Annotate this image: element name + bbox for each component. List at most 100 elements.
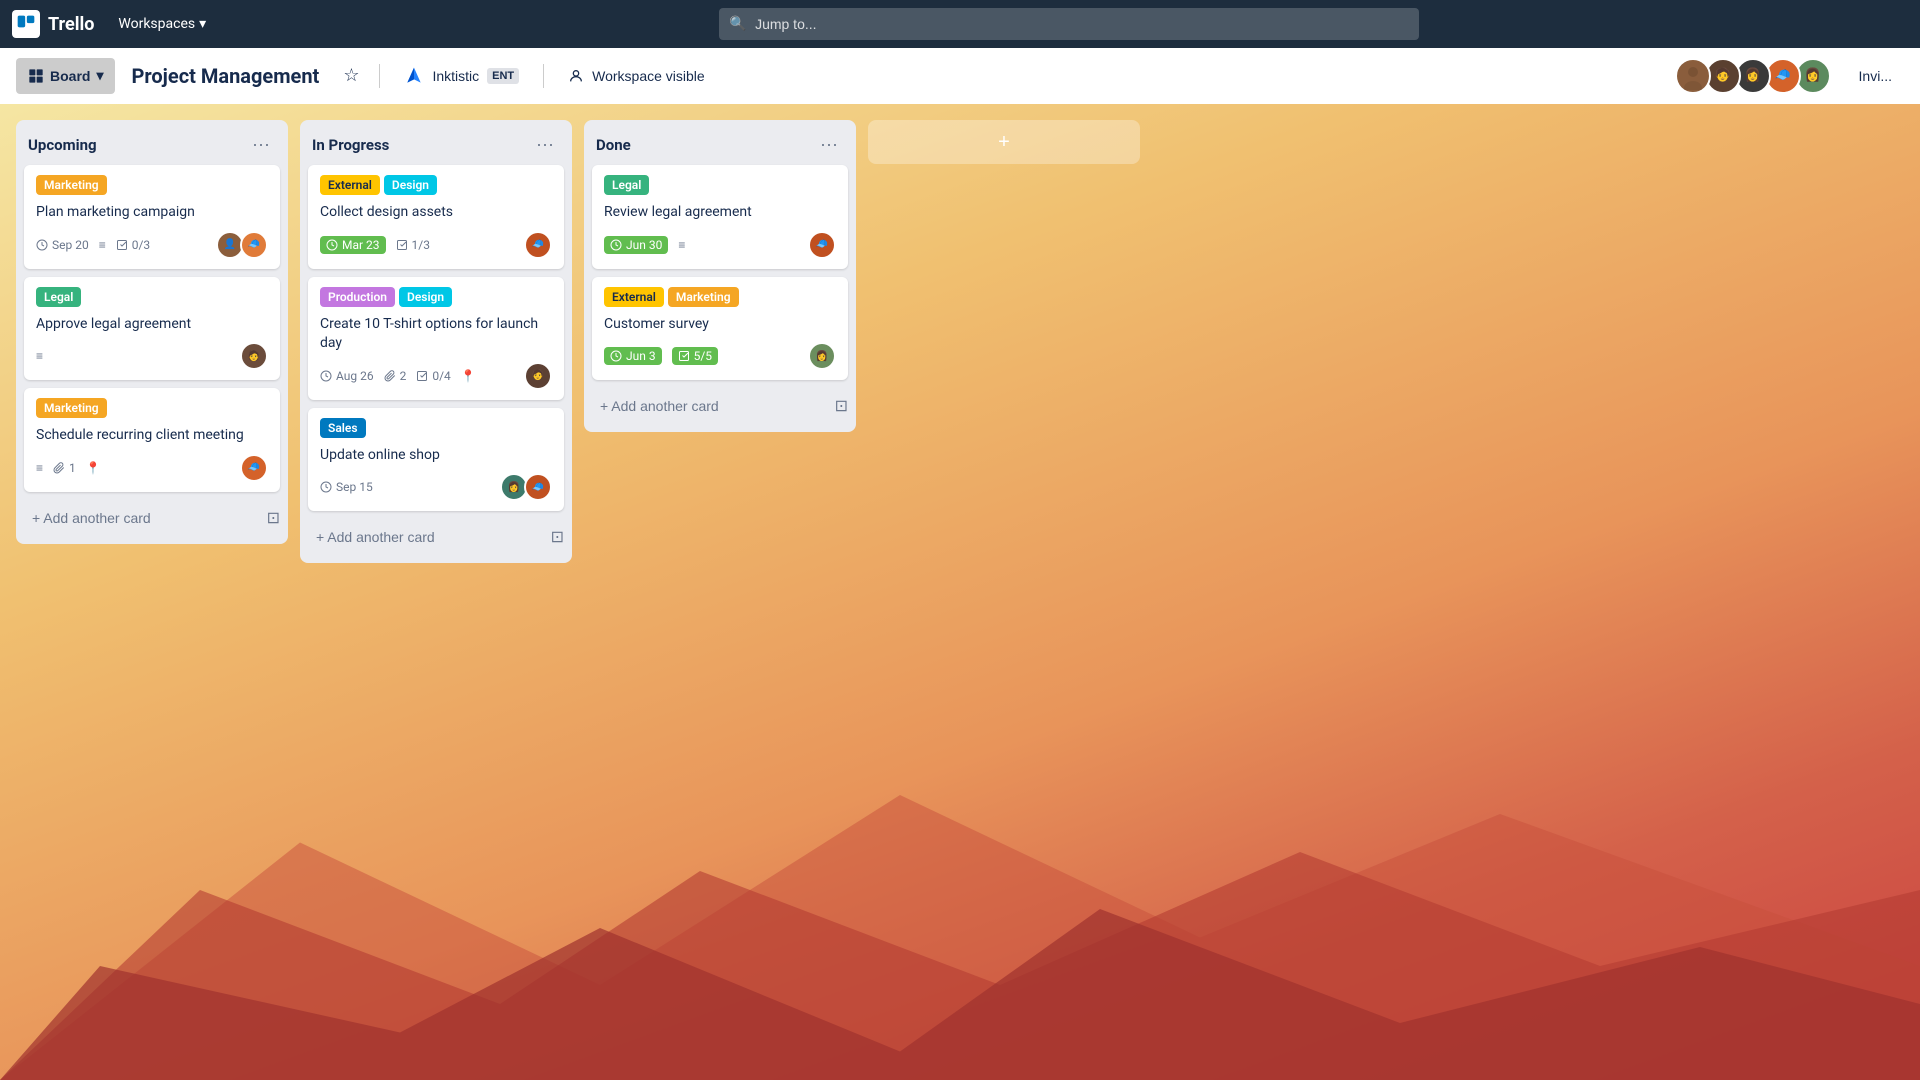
- card-due-date-green: Mar 23: [320, 236, 386, 254]
- board-view-label: Board: [50, 68, 90, 84]
- card-title: Schedule recurring client meeting: [36, 426, 268, 446]
- trello-logo-text: Trello: [48, 14, 94, 35]
- column-upcoming: Upcoming ··· Marketing Plan marketing ca…: [16, 120, 288, 544]
- card-due-date: Aug 26: [320, 369, 374, 383]
- card-footer: Mar 23 1/3 🧢: [320, 231, 552, 259]
- avatar-1[interactable]: [1675, 58, 1711, 94]
- card-title: Review legal agreement: [604, 203, 836, 223]
- column-in-progress-title: In Progress: [312, 136, 389, 154]
- label-design: Design: [399, 287, 452, 307]
- card-footer: Jun 30 ≡ 🧢: [604, 231, 836, 259]
- card-labels: Production Design: [320, 287, 552, 307]
- card-review-legal[interactable]: Legal Review legal agreement Jun 30 ≡ 🧢: [592, 165, 848, 269]
- column-in-progress-menu[interactable]: ···: [530, 132, 560, 157]
- card-avatar: 👩: [808, 342, 836, 370]
- card-footer: ≡ 🧑: [36, 342, 268, 370]
- card-avatars: 🧢: [524, 231, 552, 259]
- due-date-text: Sep 15: [336, 480, 373, 494]
- add-card-footer: + Add another card ⊡: [592, 388, 848, 424]
- workspace-name: Inktistic: [432, 68, 479, 84]
- checklist-text: 0/3: [132, 238, 150, 252]
- label-design: Design: [384, 175, 437, 195]
- card-avatars: 🧑: [524, 362, 552, 390]
- chevron-down-icon: ▾: [96, 67, 103, 84]
- card-plan-marketing[interactable]: Marketing Plan marketing campaign Sep 20…: [24, 165, 280, 269]
- card-title: Create 10 T-shirt options for launch day: [320, 315, 552, 354]
- card-customer-survey[interactable]: External Marketing Customer survey Jun 3…: [592, 277, 848, 381]
- card-checklist: 0/4: [416, 369, 450, 383]
- search-input[interactable]: [719, 8, 1419, 40]
- card-labels: Marketing: [36, 398, 268, 418]
- checklist-text: 0/4: [432, 369, 450, 383]
- card-footer: Aug 26 2 0/4 📍 🧑: [320, 362, 552, 390]
- board-content: Upcoming ··· Marketing Plan marketing ca…: [0, 104, 1920, 1080]
- column-done-menu[interactable]: ···: [814, 132, 844, 157]
- card-avatar: 🧢: [808, 231, 836, 259]
- workspaces-label: Workspaces: [118, 16, 195, 32]
- card-avatar: 🧑: [240, 342, 268, 370]
- label-marketing: Marketing: [36, 175, 107, 195]
- trello-logo[interactable]: Trello: [12, 10, 94, 38]
- add-card-button[interactable]: + Add another card: [24, 504, 267, 532]
- label-sales: Sales: [320, 418, 366, 438]
- board-view-button[interactable]: Board ▾: [16, 58, 115, 94]
- card-labels: Sales: [320, 418, 552, 438]
- invite-button[interactable]: Invi...: [1847, 58, 1904, 94]
- card-title: Approve legal agreement: [36, 315, 268, 335]
- card-schedule-meeting[interactable]: Marketing Schedule recurring client meet…: [24, 388, 280, 492]
- search-icon: 🔍: [729, 16, 746, 32]
- add-card-footer: + Add another card ⊡: [24, 500, 280, 536]
- add-card-footer: + Add another card ⊡: [308, 519, 564, 555]
- card-avatar: 🧢: [240, 454, 268, 482]
- card-labels: External Design: [320, 175, 552, 195]
- board-title: Project Management: [123, 64, 327, 88]
- add-card-label: + Add another card: [600, 398, 719, 414]
- card-title: Update online shop: [320, 446, 552, 466]
- card-create-tshirt[interactable]: Production Design Create 10 T-shirt opti…: [308, 277, 564, 400]
- column-upcoming-title: Upcoming: [28, 136, 97, 154]
- checklist-text: 5/5: [694, 349, 712, 363]
- add-card-button[interactable]: + Add another card: [308, 523, 551, 551]
- label-marketing: Marketing: [36, 398, 107, 418]
- star-icon: ☆: [343, 65, 359, 85]
- add-column-button[interactable]: +: [868, 120, 1140, 164]
- card-template-button[interactable]: ⊡: [267, 508, 280, 528]
- add-card-button[interactable]: + Add another card: [592, 392, 835, 420]
- card-avatars: 👩 🧢: [500, 473, 552, 501]
- card-avatar: 🧢: [240, 231, 268, 259]
- card-labels: Marketing: [36, 175, 268, 195]
- star-button[interactable]: ☆: [335, 61, 367, 90]
- label-external: External: [604, 287, 664, 307]
- divider: [379, 64, 380, 88]
- label-production: Production: [320, 287, 395, 307]
- checklist-text: 1/3: [412, 238, 430, 252]
- workspaces-menu[interactable]: Workspaces ▾: [110, 12, 214, 36]
- card-attachments: 1: [53, 461, 76, 475]
- card-checklist: 1/3: [396, 238, 430, 252]
- workspace-visible-label: Workspace visible: [592, 68, 705, 84]
- attachment-count: 1: [69, 461, 76, 475]
- card-avatars: 👤 🧢: [216, 231, 268, 259]
- card-approve-legal[interactable]: Legal Approve legal agreement ≡ 🧑: [24, 277, 280, 381]
- column-upcoming-menu[interactable]: ···: [246, 132, 276, 157]
- search-bar: 🔍: [719, 8, 1419, 40]
- plus-icon: +: [998, 131, 1010, 154]
- card-template-button[interactable]: ⊡: [551, 527, 564, 547]
- board-background: Upcoming ··· Marketing Plan marketing ca…: [0, 104, 1920, 1080]
- trello-logo-icon: [12, 10, 40, 38]
- due-date-text: Aug 26: [336, 369, 374, 383]
- card-avatar: 🧑: [524, 362, 552, 390]
- label-legal: Legal: [36, 287, 81, 307]
- card-template-button[interactable]: ⊡: [835, 396, 848, 416]
- card-title: Collect design assets: [320, 203, 552, 223]
- due-date-text: Mar 23: [342, 238, 380, 252]
- workspace-visible-button[interactable]: Workspace visible: [556, 58, 717, 94]
- card-due-date: Sep 15: [320, 480, 373, 494]
- workspace-info-button[interactable]: Inktistic ENT: [392, 58, 531, 94]
- card-labels: Legal: [36, 287, 268, 307]
- card-collect-design[interactable]: External Design Collect design assets Ma…: [308, 165, 564, 269]
- card-update-shop[interactable]: Sales Update online shop Sep 15 👩 🧢: [308, 408, 564, 512]
- due-date-text: Jun 30: [626, 238, 662, 252]
- card-description-icon: ≡: [36, 461, 43, 475]
- top-nav: Trello Workspaces ▾ 🔍: [0, 0, 1920, 48]
